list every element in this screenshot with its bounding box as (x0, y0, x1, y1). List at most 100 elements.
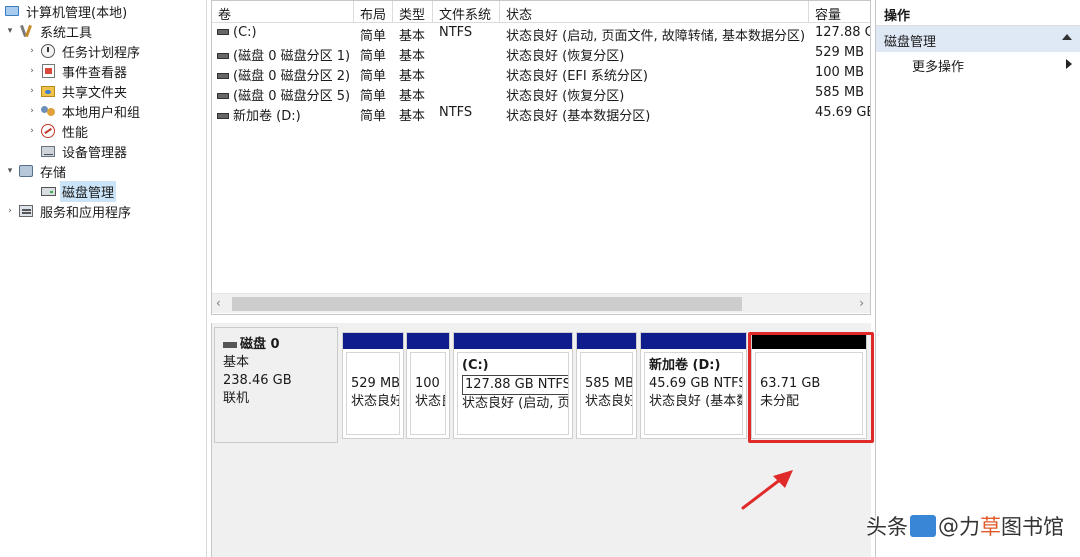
tree-item-computer-management[interactable]: 计算机管理(本地) (2, 1, 129, 21)
actions-title: 操作 (876, 0, 1080, 26)
partition-size: 585 MB (585, 376, 633, 391)
tree-item-event-viewer[interactable]: › 事件查看器 (26, 61, 129, 81)
column-header-type[interactable]: 类型 (393, 1, 433, 23)
tree-item-label: 共享文件夹 (62, 85, 128, 101)
tree-item-storage[interactable]: ▾ 存储 (4, 161, 68, 181)
tree-item-shared-folders[interactable]: › 共享文件夹 (26, 81, 129, 101)
tree-item-system-tools[interactable]: ▾ 系统工具 (4, 21, 94, 41)
tree-item-performance[interactable]: › 性能 (26, 121, 90, 141)
chevron-right-icon[interactable]: › (26, 126, 38, 136)
tree-item-task-scheduler[interactable]: › 任务计划程序 (26, 41, 142, 61)
volume-name-cell: (磁盘 0 磁盘分区 5) (217, 85, 354, 104)
volume-list: 卷 布局 类型 文件系统 状态 容量 (C:) 简单 基本 NTFS 状态良好 … (211, 0, 871, 315)
tools-icon (18, 23, 34, 39)
volume-row[interactable]: (C:) 简单 基本 NTFS 状态良好 (启动, 页面文件, 故障转储, 基本… (212, 23, 871, 44)
annotation-arrow-icon (741, 470, 793, 510)
scroll-left-icon[interactable]: ‹ (216, 296, 221, 310)
type-cell: 基本 (399, 29, 426, 44)
disk-size: 238.46 GB (223, 373, 292, 388)
actions-section-label: 磁盘管理 (884, 35, 937, 50)
partition-bar (343, 333, 403, 349)
partition-recovery-1[interactable]: 529 MB 状态良好 (342, 332, 404, 439)
tree-item-label: 性能 (62, 125, 89, 141)
collapse-up-icon[interactable] (1062, 34, 1072, 40)
chevron-right-icon[interactable]: › (26, 66, 38, 76)
filesystem-cell: NTFS (439, 105, 473, 120)
partition-size: 45.69 GB NTFS (649, 376, 743, 391)
partition-size: 127.88 GB NTFS (462, 375, 568, 395)
scroll-right-icon[interactable]: › (859, 296, 864, 310)
tree-item-device-manager[interactable]: 设备管理器 (38, 141, 129, 161)
volume-row[interactable]: 新加卷 (D:) 简单 基本 NTFS 状态良好 (基本数据分区) 45.69 … (212, 103, 871, 124)
column-header-capacity[interactable]: 容量 (809, 1, 870, 23)
volume-icon (217, 28, 229, 35)
type-cell: 基本 (399, 109, 426, 124)
chevron-right-icon[interactable]: › (26, 46, 38, 56)
volume-row[interactable]: (磁盘 0 磁盘分区 1) 简单 基本 状态良好 (恢复分区) 529 MB (212, 43, 870, 64)
disk-info[interactable]: 磁盘 0 基本 238.46 GB 联机 (214, 327, 338, 443)
partition-c[interactable]: (C:) 127.88 GB NTFS 状态良好 (启动, 页 (453, 332, 573, 439)
storage-icon (18, 163, 34, 179)
chevron-right-icon[interactable]: › (4, 206, 16, 216)
status-cell: 状态良好 (基本数据分区) (506, 109, 651, 124)
volume-row[interactable]: (磁盘 0 磁盘分区 2) 简单 基本 状态良好 (EFI 系统分区) 100 … (212, 63, 870, 84)
watermark-logo-icon (910, 515, 936, 537)
tree-item-label: 设备管理器 (62, 145, 128, 161)
partition-efi[interactable]: 100 I 状态良 (406, 332, 450, 439)
column-header-filesystem[interactable]: 文件系统 (433, 1, 500, 23)
partition-bar (641, 333, 746, 349)
filesystem-cell: NTFS (439, 25, 473, 40)
tree-item-disk-management[interactable]: 磁盘管理 (38, 180, 117, 202)
partition-title: (C:) (462, 358, 489, 373)
layout-cell: 简单 (360, 109, 387, 124)
partition-size: 100 I (415, 376, 446, 391)
volume-name-cell: (磁盘 0 磁盘分区 1) (217, 45, 354, 64)
layout-cell: 简单 (360, 29, 387, 44)
chevron-down-icon[interactable]: ▾ (4, 26, 16, 36)
tree-item-local-users-groups[interactable]: › 本地用户和组 (26, 101, 142, 121)
watermark: 头条 @ 力 草 图书馆 (866, 508, 1064, 544)
volume-name-cell: (磁盘 0 磁盘分区 2) (217, 65, 354, 84)
chevron-right-icon[interactable]: › (26, 106, 38, 116)
partition-body: 新加卷 (D:) 45.69 GB NTFS 状态良好 (基本数 (644, 352, 743, 435)
column-header-volume[interactable]: 卷 (212, 1, 354, 23)
disk-icon (223, 342, 237, 348)
partition-body: 100 I 状态良 (410, 352, 446, 435)
column-header-layout[interactable]: 布局 (354, 1, 393, 23)
partition-recovery-5[interactable]: 585 MB 状态良好 (576, 332, 637, 439)
partition-status: 状态良好 (启动, 页 (462, 396, 569, 411)
watermark-name-highlight: 草 (980, 515, 1001, 539)
users-icon (40, 103, 56, 119)
disk-name: 磁盘 0 (223, 336, 329, 354)
tree-item-label: 磁盘管理 (60, 180, 117, 202)
tree-item-label: 存储 (40, 165, 67, 181)
scrollbar-thumb[interactable] (232, 297, 742, 311)
tree-item-services-applications[interactable]: › 服务和应用程序 (4, 201, 133, 221)
capacity-cell: 585 MB (815, 85, 865, 100)
chevron-right-icon[interactable]: › (26, 86, 38, 96)
partition-body: 529 MB 状态良好 (346, 352, 400, 435)
computer-icon (4, 3, 20, 19)
partition-d[interactable]: 新加卷 (D:) 45.69 GB NTFS 状态良好 (基本数 (640, 332, 747, 439)
capacity-cell: 127.88 G (815, 25, 871, 40)
partition-status: 状态良好 (基本数 (649, 394, 743, 409)
chevron-down-icon[interactable]: ▾ (4, 166, 16, 176)
column-header-status[interactable]: 状态 (500, 1, 809, 23)
more-actions-item[interactable]: 更多操作 (876, 52, 1080, 76)
partition-status: 状态良好 (585, 394, 633, 409)
disk-map: 磁盘 0 基本 238.46 GB 联机 529 MB 状态良好 100 I 状… (211, 323, 874, 557)
highlight-box (748, 332, 874, 443)
horizontal-scrollbar[interactable]: ‹ › (212, 293, 870, 313)
tree-item-label: 系统工具 (40, 25, 93, 41)
capacity-cell: 45.69 GB (815, 105, 871, 120)
type-cell: 基本 (399, 89, 426, 104)
disk-management-pane: 卷 布局 类型 文件系统 状态 容量 (C:) 简单 基本 NTFS 状态良好 … (211, 0, 874, 557)
actions-section-disk-management[interactable]: 磁盘管理 (876, 26, 1080, 52)
volume-row[interactable]: (磁盘 0 磁盘分区 5) 简单 基本 状态良好 (恢复分区) 585 MB (212, 83, 870, 104)
performance-icon (40, 123, 56, 139)
more-actions-label: 更多操作 (912, 60, 965, 75)
watermark-at: @ (938, 514, 959, 538)
services-icon (18, 203, 34, 219)
capacity-cell: 529 MB (815, 45, 865, 60)
layout-cell: 简单 (360, 69, 387, 84)
